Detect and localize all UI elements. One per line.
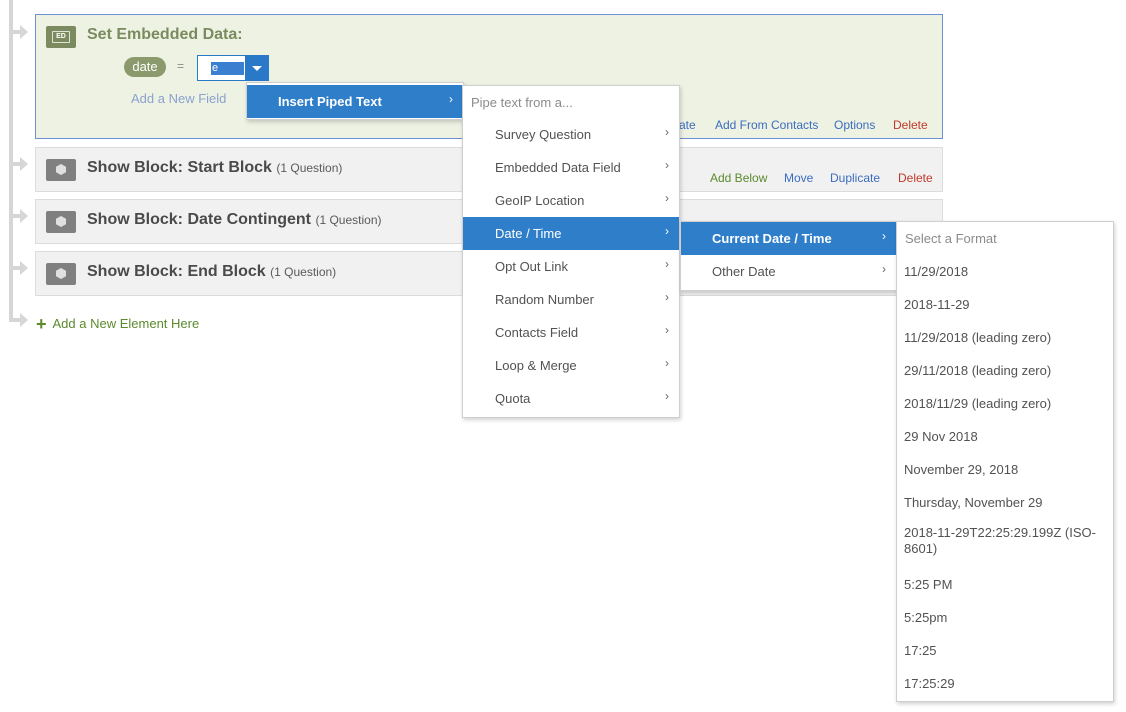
question-count: (1 Question) — [315, 213, 382, 227]
block-icon — [46, 159, 76, 181]
format-option[interactable]: 29/11/2018 (leading zero) — [897, 354, 1113, 387]
flow-arrow-icon — [20, 313, 28, 327]
block-name: Show Block: End Block — [87, 263, 266, 280]
format-option[interactable]: 11/29/2018 (leading zero) — [897, 321, 1113, 354]
menu-item-date-time[interactable]: Date / Time › — [463, 217, 679, 250]
cube-icon — [56, 216, 66, 227]
cube-icon — [56, 164, 66, 175]
duplicate-link[interactable]: ate — [679, 118, 696, 132]
menu-item-survey-question[interactable]: Survey Question › — [463, 118, 679, 151]
menu-item-random-number[interactable]: Random Number › — [463, 283, 679, 316]
chevron-right-icon: › — [665, 158, 669, 172]
duplicate-link[interactable]: Duplicate — [830, 171, 880, 185]
value-options-menu: Insert Piped Text › — [246, 82, 464, 120]
delete-link[interactable]: Delete — [893, 118, 928, 132]
chevron-right-icon: › — [665, 323, 669, 337]
chevron-right-icon: › — [665, 389, 669, 403]
format-option[interactable]: 17:25 — [897, 634, 1113, 667]
move-link[interactable]: Move — [784, 171, 813, 185]
format-option[interactable]: 17:25:29 — [897, 667, 1113, 700]
menu-item-loop-merge[interactable]: Loop & Merge › — [463, 349, 679, 382]
cube-icon — [56, 268, 66, 279]
menu-item-geoip-location[interactable]: GeoIP Location › — [463, 184, 679, 217]
text-selection — [219, 62, 244, 75]
caret-down-icon — [252, 66, 262, 71]
flow-arrow-icon — [20, 157, 28, 171]
block-title: Show Block: Start Block (1 Question) — [87, 159, 342, 177]
block-icon — [46, 211, 76, 233]
plus-icon: + — [36, 314, 47, 334]
question-count: (1 Question) — [276, 161, 343, 175]
block-icon — [46, 263, 76, 285]
block-title: Show Block: End Block (1 Question) — [87, 263, 336, 281]
format-option[interactable]: 2018/11/29 (leading zero) — [897, 387, 1113, 420]
format-option[interactable]: November 29, 2018 — [897, 453, 1113, 486]
delete-link[interactable]: Delete — [898, 171, 933, 185]
chevron-right-icon: › — [665, 257, 669, 271]
block-name: Show Block: Start Block — [87, 159, 272, 176]
format-option[interactable]: 2018-11-29T22:25:29.199Z (ISO-8601) — [897, 519, 1113, 568]
chevron-right-icon: › — [665, 125, 669, 139]
chevron-right-icon: › — [449, 92, 453, 106]
menu-item-opt-out-link[interactable]: Opt Out Link › — [463, 250, 679, 283]
date-format-submenu: Select a Format 11/29/2018 2018-11-29 11… — [896, 221, 1114, 702]
embedded-data-icon: ED — [46, 26, 76, 48]
flow-arrow-icon — [20, 209, 28, 223]
embedded-data-title: Set Embedded Data: — [87, 26, 243, 43]
flow-connector-line — [9, 0, 13, 322]
field-value-input[interactable]: e — [197, 55, 245, 81]
menu-item-insert-piped-text[interactable]: Insert Piped Text › — [247, 85, 463, 118]
block-title: Show Block: Date Contingent (1 Question) — [87, 211, 381, 229]
pipe-text-source-menu: Pipe text from a... Survey Question › Em… — [462, 85, 680, 418]
chevron-right-icon: › — [882, 262, 886, 276]
value-dropdown-button[interactable] — [245, 55, 269, 81]
add-new-element-link[interactable]: + Add a New Element Here — [36, 314, 199, 335]
date-time-submenu: Current Date / Time › Other Date › — [680, 221, 897, 291]
format-option[interactable]: 29 Nov 2018 — [897, 420, 1113, 453]
chevron-right-icon: › — [665, 356, 669, 370]
chevron-right-icon: › — [665, 290, 669, 304]
field-name-pill[interactable]: date — [124, 57, 166, 77]
question-count: (1 Question) — [270, 265, 337, 279]
add-element-label: Add a New Element Here — [52, 316, 200, 331]
add-from-contacts-link[interactable]: Add From Contacts — [715, 118, 818, 132]
format-option[interactable]: 5:25 PM — [897, 568, 1113, 601]
menu-header: Select a Format — [905, 231, 997, 246]
format-option[interactable]: 2018-11-29 — [897, 288, 1113, 321]
format-option[interactable]: Thursday, November 29 — [897, 486, 1113, 519]
menu-item-quota[interactable]: Quota › — [463, 382, 679, 415]
flow-arrow-icon — [20, 261, 28, 275]
chevron-right-icon: › — [882, 229, 886, 243]
chevron-right-icon: › — [665, 224, 669, 238]
menu-item-current-date-time[interactable]: Current Date / Time › — [681, 222, 896, 255]
format-option[interactable]: 5:25pm — [897, 601, 1113, 634]
ed-icon-label: ED — [52, 31, 70, 43]
menu-item-embedded-data-field[interactable]: Embedded Data Field › — [463, 151, 679, 184]
flow-arrow-icon — [20, 25, 28, 39]
add-new-field-link[interactable]: Add a New Field — [131, 91, 226, 106]
menu-item-label: Insert Piped Text — [278, 94, 382, 109]
format-option[interactable]: 11/29/2018 — [897, 255, 1113, 288]
chevron-right-icon: › — [665, 191, 669, 205]
menu-item-other-date[interactable]: Other Date › — [681, 255, 896, 288]
equals-sign: = — [177, 59, 185, 73]
add-below-link[interactable]: Add Below — [710, 171, 767, 185]
menu-header: Pipe text from a... — [471, 95, 573, 110]
menu-item-contacts-field[interactable]: Contacts Field › — [463, 316, 679, 349]
options-link[interactable]: Options — [834, 118, 875, 132]
selected-text: e — [211, 62, 219, 75]
block-name: Show Block: Date Contingent — [87, 211, 311, 228]
